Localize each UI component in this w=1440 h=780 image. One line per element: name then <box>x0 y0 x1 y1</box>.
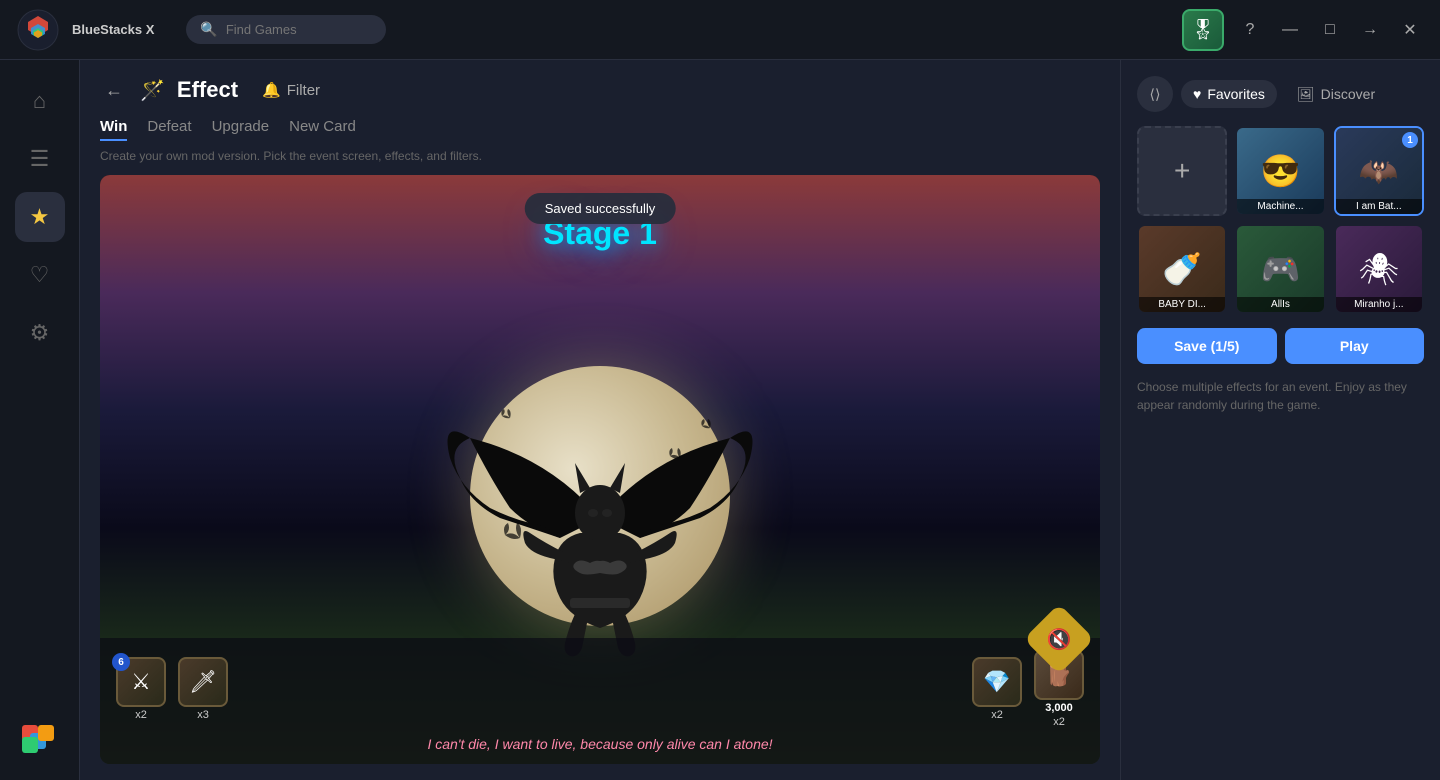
preset-label-alls: AllIs <box>1237 297 1323 312</box>
search-icon: 🔍 <box>200 21 217 38</box>
discover-icon: 🖼 <box>1297 86 1315 103</box>
mute-icon: 🔇 <box>1047 627 1072 652</box>
preset-label-miranho: Miranho j... <box>1336 297 1422 312</box>
bluestacks-logo <box>16 8 60 52</box>
tab-win[interactable]: Win <box>100 118 127 141</box>
sidebar-item-apps[interactable]: ☰ <box>15 134 65 184</box>
tabs: Win Defeat Upgrade New Card <box>100 118 1100 141</box>
game-item-2: 💎 x2 <box>972 657 1022 721</box>
content-header: ← 🪄 Effect 🔔 Filter <box>100 76 1100 104</box>
preset-card-machine[interactable]: 😎 Machine... <box>1235 126 1325 216</box>
effects-icon: ★ <box>30 204 50 230</box>
sidebar: ⌂ ☰ ★ ♡ ⚙ <box>0 60 80 780</box>
preset-add-button[interactable]: + <box>1137 126 1227 216</box>
game-items: 6 ⚔ x2 🗡 x3 💎 x2 <box>116 650 1084 728</box>
game-preview: Saved successfully Stage 1 <box>100 175 1100 764</box>
back-icon: ← <box>105 80 123 101</box>
save-button[interactable]: Save (1/5) <box>1137 328 1277 364</box>
share-button[interactable]: ⟨⟩ <box>1137 76 1173 112</box>
preset-card-batman[interactable]: 🦇 I am Bat... 1 <box>1334 126 1424 216</box>
game-background: Saved successfully Stage 1 <box>100 175 1100 764</box>
titlebar-left: BlueStacks X 🔍 <box>16 8 386 52</box>
tab-defeat[interactable]: Defeat <box>147 118 191 141</box>
item-label-3: x2 <box>1053 716 1065 728</box>
content-area: ← 🪄 Effect 🔔 Filter Win Defeat Upgrade N… <box>80 60 1120 780</box>
app-name: BlueStacks X <box>72 22 154 37</box>
tab-upgrade[interactable]: Upgrade <box>212 118 270 141</box>
preset-label-baby: BABY DI... <box>1139 297 1225 312</box>
right-panel: ⟨⟩ ♥ Favorites 🖼 Discover + 😎 Machi <box>1120 60 1440 780</box>
bluestacks-logo-bottom <box>18 717 62 761</box>
back-button[interactable]: ← <box>100 76 128 104</box>
settings-icon: ⚙ <box>30 320 50 346</box>
page-title: Effect <box>177 77 238 103</box>
play-button[interactable]: Play <box>1285 328 1425 364</box>
favorites-label: Favorites <box>1207 86 1265 102</box>
game-item-0: 6 ⚔ x2 <box>116 657 166 721</box>
filter-label: Filter <box>287 82 320 99</box>
main-layout: ⌂ ☰ ★ ♡ ⚙ ← 🪄 Ef <box>0 60 1440 780</box>
help-button[interactable]: ? <box>1236 16 1264 44</box>
sidebar-item-home[interactable]: ⌂ <box>15 76 65 126</box>
game-item-1: 🗡 x3 <box>178 657 228 721</box>
saved-toast: Saved successfully <box>525 193 676 224</box>
tab-discover[interactable]: 🖼 Discover <box>1285 80 1387 109</box>
item-label-2: x2 <box>991 709 1003 721</box>
item-count-3: 3,000 <box>1045 702 1073 714</box>
titlebar-right: 🎖 ? — □ → ✕ <box>1182 9 1424 51</box>
tab-favorites[interactable]: ♥ Favorites <box>1181 80 1277 108</box>
game-quote: I can't die, I want to live, because onl… <box>116 736 1084 752</box>
heart-icon: ♡ <box>30 262 50 288</box>
sidebar-item-favorites[interactable]: ♡ <box>15 250 65 300</box>
subtitle: Create your own mod version. Pick the ev… <box>100 149 1100 163</box>
home-icon: ⌂ <box>33 88 46 114</box>
sidebar-bottom-logo <box>15 714 65 764</box>
search-input[interactable] <box>226 22 373 37</box>
filter-button[interactable]: 🔔 Filter <box>262 81 320 99</box>
share-icon: ⟨⟩ <box>1150 86 1161 103</box>
preset-grid: + 😎 Machine... 🦇 I am Bat... 1 🍼 <box>1137 126 1424 314</box>
plus-icon: + <box>1174 155 1190 187</box>
maximize-button[interactable]: □ <box>1316 16 1344 44</box>
search-bar[interactable]: 🔍 <box>186 15 386 44</box>
item-icon-0: 6 ⚔ <box>116 657 166 707</box>
sidebar-item-effects[interactable]: ★ <box>15 192 65 242</box>
game-icon[interactable]: 🎖 <box>1182 9 1224 51</box>
panel-header: ⟨⟩ ♥ Favorites 🖼 Discover <box>1137 76 1424 112</box>
tab-new-card[interactable]: New Card <box>289 118 356 141</box>
sidebar-item-settings[interactable]: ⚙ <box>15 308 65 358</box>
item-label-1: x3 <box>197 709 209 721</box>
preset-label-machine: Machine... <box>1237 199 1323 214</box>
forward-button[interactable]: → <box>1356 16 1384 44</box>
preset-label-batman: I am Bat... <box>1336 199 1422 214</box>
apps-icon: ☰ <box>30 146 50 172</box>
heart-filled-icon: ♥ <box>1193 86 1201 102</box>
preset-card-baby[interactable]: 🍼 BABY DI... <box>1137 224 1227 314</box>
hint-text: Choose multiple effects for an event. En… <box>1137 378 1424 414</box>
game-bottom: 6 ⚔ x2 🗡 x3 💎 x2 <box>100 638 1100 764</box>
item-badge-0: 6 <box>112 653 130 671</box>
titlebar: BlueStacks X 🔍 🎖 ? — □ → ✕ <box>0 0 1440 60</box>
item-icon-2: 💎 <box>972 657 1022 707</box>
batman-container <box>430 358 770 678</box>
preset-card-alls[interactable]: 🎮 AllIs <box>1235 224 1325 314</box>
item-label-0: x2 <box>135 709 147 721</box>
filter-icon: 🔔 <box>262 81 281 99</box>
action-buttons: Save (1/5) Play <box>1137 328 1424 364</box>
effect-wand-icon: 🪄 <box>140 78 165 103</box>
close-button[interactable]: ✕ <box>1396 16 1424 44</box>
minimize-button[interactable]: — <box>1276 16 1304 44</box>
batman-silhouette <box>430 358 770 678</box>
item-icon-1: 🗡 <box>178 657 228 707</box>
preset-card-miranho[interactable]: 🕷 Miranho j... <box>1334 224 1424 314</box>
discover-label: Discover <box>1321 86 1375 102</box>
preset-num-batman: 1 <box>1402 132 1418 148</box>
